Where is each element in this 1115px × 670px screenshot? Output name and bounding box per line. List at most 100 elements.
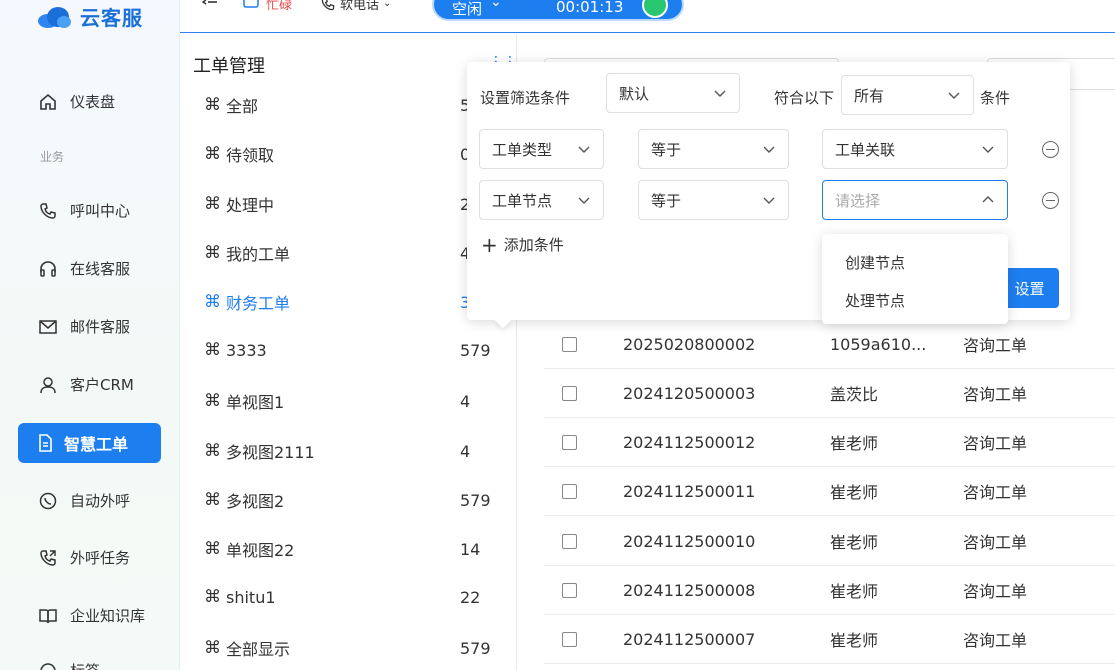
nav-item-knowledge-base[interactable]: 企业知识库 <box>38 605 145 626</box>
dropdown-option[interactable]: 创建节点 <box>845 252 905 273</box>
ticket-view-item[interactable]: ⌘全部57 <box>204 93 494 117</box>
view-label: shitu1 <box>226 587 276 607</box>
nav-item-label: 智慧工单 <box>64 435 129 454</box>
table-row[interactable]: 2025020800002 1059a610... 咨询工单 <box>544 320 1115 369</box>
row-checkbox[interactable] <box>562 385 577 401</box>
command-icon: ⌘ <box>204 441 221 461</box>
ticket-view-item[interactable]: ⌘我的工单46 <box>204 241 494 265</box>
condition-field-select[interactable]: 工单节点 <box>479 180 604 220</box>
match-prefix-label: 符合以下 <box>774 89 835 107</box>
app-name: 云客服 <box>80 6 143 30</box>
set-button[interactable]: 设置 <box>1000 268 1059 308</box>
nav-item-smart-ticket[interactable]: 智慧工单 <box>18 423 161 463</box>
remove-condition-icon[interactable] <box>1042 141 1059 158</box>
view-label: 多视图2 <box>226 492 285 511</box>
match-mode-select[interactable]: 所有 <box>841 75 974 115</box>
condition-value-select[interactable]: 工单关联 <box>822 129 1008 169</box>
table-row[interactable]: 2024120500003 盖茨比 咨询工单 <box>544 369 1115 418</box>
row-checkbox[interactable] <box>562 434 577 450</box>
nav-item-label: 在线客服 <box>70 260 131 278</box>
nav-item-tags[interactable]: 标签 <box>38 660 100 670</box>
nav-item-email-service[interactable]: 邮件客服 <box>38 316 130 337</box>
ticket-panel-title: 工单管理 <box>193 56 265 77</box>
ticket-id: 2024120500003 <box>623 383 756 403</box>
ticket-customer: 盖茨比 <box>830 385 879 404</box>
ticket-view-item[interactable]: ⌘ 多视图2 579 <box>204 488 494 512</box>
dropdown-option[interactable]: 处理节点 <box>845 290 905 311</box>
ticket-view-item[interactable]: ⌘ 多视图2111 4 <box>204 439 494 463</box>
row-checkbox[interactable] <box>562 533 577 549</box>
add-condition-button[interactable]: + 添加条件 <box>481 234 564 255</box>
line-status[interactable]: 忙碌 <box>242 0 292 13</box>
command-icon: ⌘ <box>204 587 221 607</box>
command-icon: ⌘ <box>204 638 221 658</box>
ticket-type: 咨询工单 <box>963 434 1028 453</box>
ticket-view-item[interactable]: ⌘ 单视图22 14 <box>204 537 494 561</box>
ticket-view-item[interactable]: ⌘处理中25 <box>204 192 494 216</box>
nav-item-outbound-tasks[interactable]: 外呼任务 <box>38 547 130 568</box>
app-logo[interactable]: 云客服 <box>36 2 143 31</box>
command-icon: ⌘ <box>204 391 221 411</box>
nav-item-crm[interactable]: 客户CRM <box>38 374 134 395</box>
row-checkbox[interactable] <box>562 631 577 647</box>
nav-item-auto-outbound[interactable]: 自动外呼 <box>38 490 130 511</box>
table-row[interactable]: 2024112500007 崔老师 咨询工单 <box>544 615 1115 664</box>
remove-condition-icon[interactable] <box>1042 192 1059 209</box>
view-label: 待领取 <box>226 146 275 165</box>
chevron-down-icon: ⌄ <box>490 0 502 10</box>
ticket-id: 2024112500008 <box>623 580 756 600</box>
user-icon <box>40 376 56 393</box>
table-row[interactable]: 2024112500011 崔老师 咨询工单 <box>544 467 1115 516</box>
ticket-view-item[interactable]: ⌘ 待领取 0 <box>204 142 494 166</box>
chevron-down-icon <box>578 197 590 204</box>
chevron-up-icon <box>982 196 994 203</box>
table-row[interactable]: 2024112500012 崔老师 咨询工单 <box>544 418 1115 467</box>
nav-item-label: 标签 <box>70 660 100 670</box>
condition-field-select[interactable]: 工单类型 <box>479 129 604 169</box>
nav-item-online-service[interactable]: 在线客服 <box>38 258 130 279</box>
agent-status-pill[interactable]: 空闲 ⌄ 00:01:13 <box>432 0 684 21</box>
ticket-view-item[interactable]: ⌘ 单视图1 4 <box>204 389 494 413</box>
condition-value-select[interactable]: 请选择 <box>822 180 1008 220</box>
view-count: 579 <box>460 340 491 360</box>
home-icon <box>40 93 56 110</box>
ticket-type: 咨询工单 <box>963 385 1028 404</box>
select-value: 所有 <box>854 86 885 105</box>
nav-item-label: 企业知识库 <box>70 607 146 625</box>
condition-operator-select[interactable]: 等于 <box>638 180 789 220</box>
view-label: 全部 <box>226 97 259 116</box>
menu-toggle-button[interactable] <box>200 0 220 12</box>
ticket-id: 2025020800002 <box>623 334 756 354</box>
ticket-view-item[interactable]: ⌘ 全部显示 579 <box>204 636 494 660</box>
ticket-view-item[interactable]: ⌘ shitu1 22 <box>204 587 494 607</box>
ticket-view-item[interactable]: ⌘ 3333 579 <box>204 340 494 360</box>
nav-item-dashboard[interactable]: 仪表盘 <box>38 91 115 112</box>
chevron-down-icon <box>578 146 590 153</box>
select-value: 默认 <box>619 84 650 103</box>
row-checkbox[interactable] <box>562 336 577 352</box>
call-button[interactable] <box>642 0 668 18</box>
filter-preset-select[interactable]: 默认 <box>606 73 740 113</box>
condition-operator-select[interactable]: 等于 <box>638 129 789 169</box>
table-row[interactable]: 2024112500008 崔老师 咨询工单 <box>544 566 1115 615</box>
view-count: 22 <box>460 587 481 607</box>
add-condition-label: 添加条件 <box>503 236 564 254</box>
mail-icon <box>39 319 57 334</box>
ticket-id: 2024112500011 <box>623 481 756 501</box>
phone-icon <box>40 202 56 219</box>
agent-status[interactable]: 空闲 <box>452 0 482 19</box>
ticket-type: 咨询工单 <box>963 483 1028 502</box>
nav-item-label: 外呼任务 <box>70 549 131 567</box>
row-checkbox[interactable] <box>562 582 577 598</box>
chevron-down-icon <box>763 197 775 204</box>
select-value: 工单类型 <box>492 140 553 159</box>
chevron-down-icon: ⌄ <box>383 0 392 9</box>
cloud-logo-icon <box>38 6 71 28</box>
phone-type-select[interactable]: 软电话 ⌄ <box>320 0 391 13</box>
ticket-view-item-active[interactable]: ⌘财务工单30 <box>204 290 494 314</box>
command-icon: ⌘ <box>204 292 221 312</box>
row-checkbox[interactable] <box>562 483 577 499</box>
table-row[interactable]: 2024112500010 崔老师 咨询工单 <box>544 517 1115 566</box>
command-icon: ⌘ <box>204 144 221 164</box>
nav-item-call-center[interactable]: 呼叫中心 <box>38 200 130 221</box>
